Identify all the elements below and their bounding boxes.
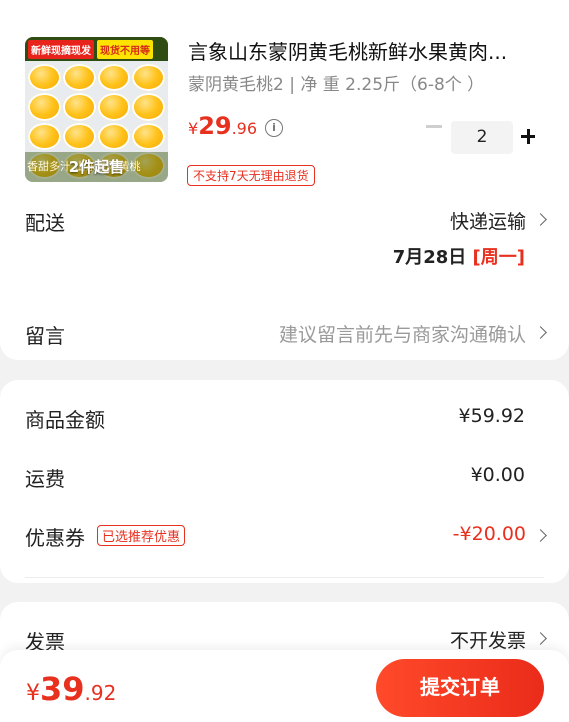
quantity-input[interactable]: 2 (451, 121, 513, 154)
price-decimal: .96 (231, 119, 258, 138)
thumbnail-tag-stock: 现货不用等 (97, 39, 153, 59)
delivery-weekday: [周一] (472, 247, 525, 268)
no-return-policy-tag: 不支持7天无理由退货 (187, 165, 315, 186)
delivery-date-text: 7月28日 (392, 247, 467, 268)
thumbnail-banner: 新鲜现摘现发 现货不用等 (25, 37, 168, 61)
unit-price: ¥29.96 (188, 112, 257, 140)
total-decimal: .92 (84, 681, 117, 705)
thumbnail-tag-fresh: 新鲜现摘现发 (28, 39, 94, 59)
shipping-fee-value: ¥0.00 (470, 464, 525, 486)
delivery-label: 配送 (25, 211, 65, 235)
message-input[interactable]: 建议留言前先与商家沟通确认 (279, 320, 526, 347)
coupon-recommended-tag: 已选推荐优惠 (97, 525, 186, 546)
price-currency: ¥ (188, 119, 199, 138)
chevron-right-icon[interactable] (534, 529, 547, 542)
checkout-bar: ¥39.92 提交订单 (0, 650, 569, 722)
goods-amount-label: 商品金额 (25, 408, 105, 432)
delivery-method[interactable]: 快递运输 (450, 207, 526, 234)
coupon-label: 优惠券 (25, 526, 85, 550)
decrease-quantity-button[interactable] (426, 125, 442, 128)
product-spec[interactable]: 蒙阴黄毛桃2 | 净 重 2.25斤（6-8个 ） (188, 70, 484, 95)
product-title[interactable]: 言象山东蒙阴黄毛桃新鲜水果黄肉... (188, 36, 538, 65)
info-icon[interactable]: i (265, 119, 283, 137)
total-price: ¥39.92 (26, 670, 116, 708)
invoice-value[interactable]: 不开发票 (450, 626, 526, 653)
divider (25, 577, 544, 578)
chevron-right-icon[interactable] (534, 326, 547, 339)
price-integer: 29 (198, 112, 232, 140)
goods-amount-value: ¥59.92 (458, 405, 525, 427)
total-currency: ¥ (26, 681, 40, 706)
order-item-card: 新鲜现摘现发 现货不用等 香甜多汁 山东蒙阴黄桃 2件起售 言象山东蒙阴黄毛桃新… (0, 0, 569, 360)
total-integer: 39 (40, 670, 85, 708)
min-purchase-badge: 2件起售 (68, 158, 125, 176)
delivery-date: 7月28日 [周一] (393, 243, 525, 269)
increase-quantity-button[interactable] (519, 124, 539, 150)
chevron-right-icon[interactable] (534, 213, 547, 226)
shipping-fee-label: 运费 (25, 467, 65, 491)
submit-order-button[interactable]: 提交订单 (376, 659, 544, 717)
price-summary-card: 商品金额 ¥59.92 运费 ¥0.00 优惠券 已选推荐优惠 -¥20.00 (0, 380, 569, 583)
message-label: 留言 (25, 324, 65, 348)
chevron-right-icon[interactable] (534, 632, 547, 645)
coupon-discount-value[interactable]: -¥20.00 (453, 523, 526, 545)
